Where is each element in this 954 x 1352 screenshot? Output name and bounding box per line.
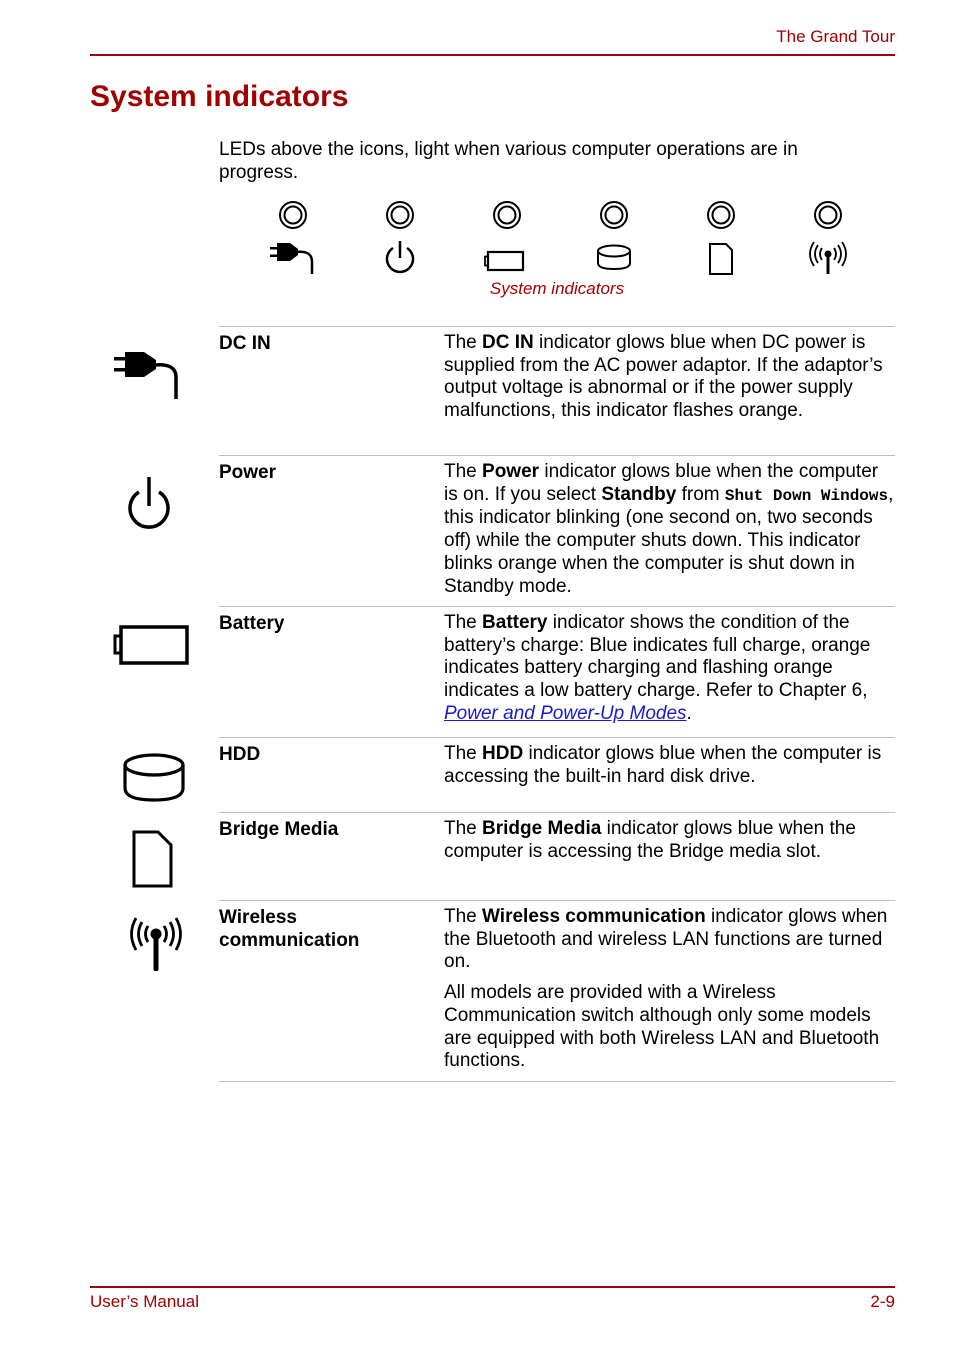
indicator-description: The HDD indicator glows blue when the co…: [444, 743, 882, 787]
table-row-battery: Battery The Battery indicator shows the …: [113, 606, 895, 737]
power-icon: [128, 477, 170, 529]
indicator-label: Battery: [219, 613, 285, 634]
indicator-description: The Power indicator glows blue when the …: [444, 461, 894, 597]
led-column-bridge-media: [696, 196, 746, 276]
indicator-description: The DC IN indicator glows blue when DC p…: [444, 332, 883, 422]
led-column-wireless: [803, 196, 853, 276]
led-column-power: [375, 196, 425, 276]
dc-in-plug-icon: [114, 352, 178, 399]
indicator-description: The Wireless communication indicator glo…: [444, 901, 895, 1073]
indicator-note: All models are provided with a Wireless …: [444, 982, 880, 1072]
indicator-label: HDD: [219, 744, 261, 765]
page-title: System indicators: [90, 80, 349, 113]
indicator-label: Power: [219, 462, 277, 483]
hdd-icon: [123, 753, 185, 802]
wireless-icon: [130, 917, 182, 971]
indicator-table: DC IN The DC IN indicator glows blue whe…: [113, 326, 895, 1082]
led-column-battery: [482, 196, 532, 276]
table-row-hdd: HDD The HDD indicator glows blue when th…: [123, 737, 895, 812]
led-column-hdd: [589, 196, 639, 276]
footer-manual-title: User’s Manual: [90, 1292, 199, 1311]
hdd-icon: [597, 244, 631, 271]
battery-icon: [484, 250, 525, 272]
led-column-dc-in: [268, 196, 318, 276]
intro-text: LEDs above the icons, light when various…: [219, 139, 798, 183]
page-number: 2-9: [870, 1292, 895, 1311]
header-rule: [90, 54, 895, 56]
led-icon: [493, 201, 521, 229]
indicator-description: The Bridge Media indicator glows blue wh…: [444, 818, 856, 862]
table-row-dc-in: DC IN The DC IN indicator glows blue whe…: [114, 326, 895, 455]
indicator-label: DC IN: [219, 333, 271, 354]
table-row-wireless: Wireless communication The Wireless comm…: [130, 900, 895, 1081]
indicator-description: The Battery indicator shows the conditio…: [444, 612, 871, 724]
led-icon: [814, 201, 842, 229]
bridge-media-icon: [132, 830, 173, 888]
led-figure: [260, 196, 860, 276]
chapter-link[interactable]: Power and Power-Up Modes: [444, 703, 687, 724]
table-row-bridge-media: Bridge Media The Bridge Media indicator …: [132, 812, 895, 900]
wireless-icon: [809, 241, 847, 274]
table-row-power: Power The Power indicator glows blue whe…: [128, 455, 895, 606]
indicator-label: Wireless communication: [219, 907, 360, 951]
led-icon: [707, 201, 735, 229]
footer-rule: [90, 1286, 895, 1288]
bridge-media-icon: [709, 243, 733, 275]
figure-caption: System indicators: [489, 279, 625, 298]
led-icon: [386, 201, 414, 229]
running-header: The Grand Tour: [776, 27, 895, 46]
dc-in-plug-icon: [270, 243, 314, 274]
led-icon: [600, 201, 628, 229]
power-icon: [385, 241, 415, 274]
battery-icon: [113, 625, 189, 665]
indicator-label: Bridge Media: [219, 819, 339, 840]
led-icon: [279, 201, 307, 229]
code-text: Shut Down Windows: [724, 486, 889, 505]
table-bottom-rule: [219, 1081, 895, 1082]
